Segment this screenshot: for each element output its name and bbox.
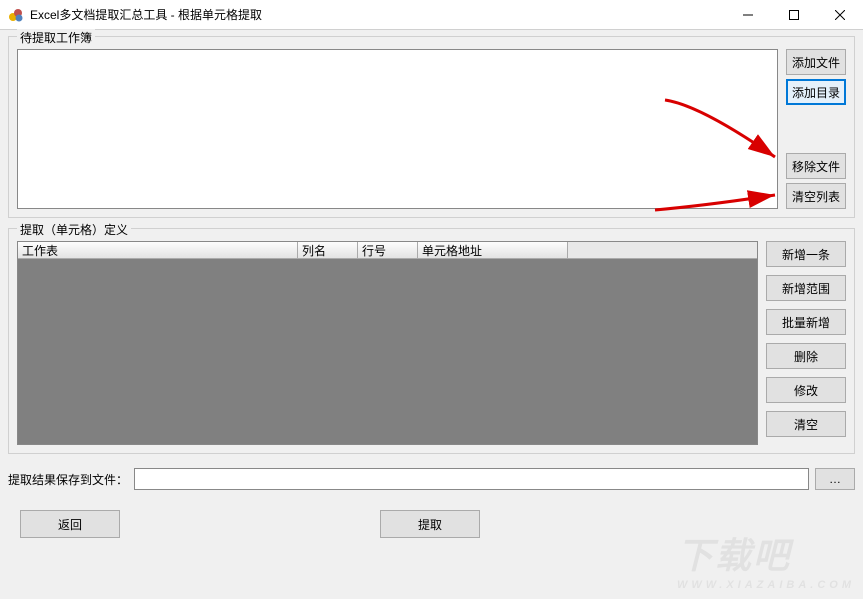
remove-file-button[interactable]: 移除文件 bbox=[786, 153, 846, 179]
delete-button[interactable]: 删除 bbox=[766, 343, 846, 369]
clear-button[interactable]: 清空 bbox=[766, 411, 846, 437]
app-icon bbox=[8, 7, 24, 23]
column-header-row[interactable]: 行号 bbox=[358, 242, 418, 258]
column-header-worksheet[interactable]: 工作表 bbox=[18, 242, 298, 258]
back-button[interactable]: 返回 bbox=[20, 510, 120, 538]
add-file-button[interactable]: 添加文件 bbox=[786, 49, 846, 75]
group-legend: 待提取工作簿 bbox=[17, 29, 95, 46]
close-button[interactable] bbox=[817, 0, 863, 30]
clear-list-button[interactable]: 清空列表 bbox=[786, 183, 846, 209]
definition-grid[interactable]: 工作表 列名 行号 单元格地址 bbox=[17, 241, 758, 445]
save-row: 提取结果保存到文件： … bbox=[8, 468, 855, 490]
group-legend: 提取（单元格）定义 bbox=[17, 221, 131, 238]
file-list[interactable] bbox=[17, 49, 778, 209]
minimize-button[interactable] bbox=[725, 0, 771, 30]
add-row-button[interactable]: 新增一条 bbox=[766, 241, 846, 267]
bottom-bar: 返回 提取 bbox=[8, 510, 855, 538]
maximize-button[interactable] bbox=[771, 0, 817, 30]
column-header-address[interactable]: 单元格地址 bbox=[418, 242, 568, 258]
browse-button[interactable]: … bbox=[815, 468, 855, 490]
cell-definition-group: 提取（单元格）定义 工作表 列名 行号 单元格地址 新增一条 新增范围 批量新增… bbox=[8, 228, 855, 454]
save-label: 提取结果保存到文件： bbox=[8, 471, 128, 488]
grid-header: 工作表 列名 行号 单元格地址 bbox=[18, 242, 757, 259]
column-header-column[interactable]: 列名 bbox=[298, 242, 358, 258]
add-range-button[interactable]: 新增范围 bbox=[766, 275, 846, 301]
save-path-input[interactable] bbox=[134, 468, 809, 490]
window-title: Excel多文档提取汇总工具 - 根据单元格提取 bbox=[30, 6, 725, 23]
edit-button[interactable]: 修改 bbox=[766, 377, 846, 403]
add-directory-button[interactable]: 添加目录 bbox=[786, 79, 846, 105]
titlebar: Excel多文档提取汇总工具 - 根据单元格提取 bbox=[0, 0, 863, 30]
extract-button[interactable]: 提取 bbox=[380, 510, 480, 538]
batch-add-button[interactable]: 批量新增 bbox=[766, 309, 846, 335]
source-workbooks-group: 待提取工作簿 添加文件 添加目录 移除文件 清空列表 bbox=[8, 36, 855, 218]
